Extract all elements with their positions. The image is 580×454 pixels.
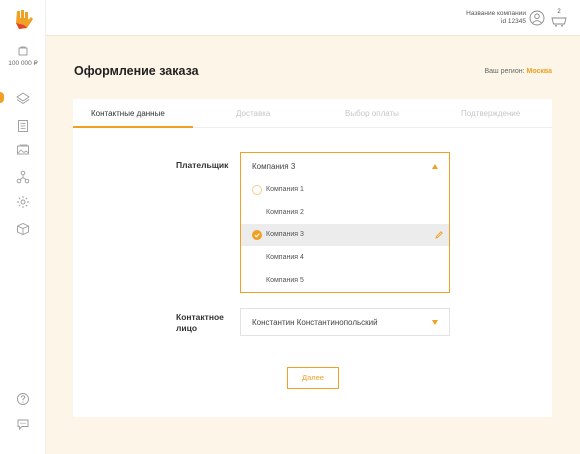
payer-option-label: Компания 1: [266, 186, 304, 193]
payer-option-label: Компания 4: [266, 254, 304, 261]
chat-icon[interactable]: [13, 414, 33, 434]
user-avatar-icon[interactable]: [529, 10, 545, 26]
box-icon[interactable]: [13, 219, 33, 239]
page-title: Оформление заказа: [74, 64, 199, 78]
hand-logo-icon[interactable]: [11, 8, 35, 32]
payer-dropdown: Компания 1 Компания 2 Компания 3 Компани…: [240, 179, 450, 293]
tab-confirmation[interactable]: Подтверждение: [461, 109, 520, 118]
payer-option-label: Компания 2: [266, 209, 304, 216]
chevron-up-icon: [432, 164, 438, 169]
active-tab-indicator: [73, 126, 193, 128]
sidebar: 100 000 ₽: [0, 0, 46, 454]
region-value[interactable]: Москва: [526, 68, 552, 75]
payer-option-label: Компания 5: [266, 277, 304, 284]
active-nav-marker: [0, 92, 4, 103]
settings-icon[interactable]: [13, 192, 33, 212]
chevron-down-icon: [432, 320, 438, 325]
checkout-steps: Контактные данные Доставка Выбор оплаты …: [73, 99, 552, 128]
tab-contact-data[interactable]: Контактные данные: [91, 109, 165, 118]
contact-label-line1: Контактное: [176, 312, 224, 322]
contact-person-label: Контактное лицо: [176, 312, 224, 334]
wallet-balance[interactable]: 100 000 ₽: [0, 46, 46, 67]
payer-label: Плательщик: [176, 160, 229, 170]
tab-payment[interactable]: Выбор оплаты: [345, 109, 399, 118]
network-icon[interactable]: [13, 167, 33, 187]
payer-option-selected[interactable]: Компания 3: [241, 224, 449, 246]
payer-option[interactable]: Компания 1: [241, 179, 449, 201]
document-list-icon[interactable]: [13, 116, 33, 136]
company-name: Название компании: [466, 10, 526, 17]
gallery-icon[interactable]: [13, 140, 33, 160]
top-header: Название компании id 12345 2: [46, 0, 580, 36]
payer-option-label: Компания 3: [266, 231, 304, 238]
check-circle-icon: [252, 185, 262, 195]
contact-person-select[interactable]: Константин Константинопольский: [240, 308, 450, 336]
payer-select-value: Компания 3: [252, 162, 296, 171]
wallet-amount: 100 000 ₽: [8, 60, 38, 67]
region-selector[interactable]: Ваш регион: Москва: [484, 68, 552, 75]
layers-icon[interactable]: [13, 88, 33, 108]
company-id: id 12345: [501, 18, 526, 25]
cart-count: 2: [557, 9, 561, 15]
edit-pencil-icon[interactable]: [434, 230, 444, 240]
tab-delivery[interactable]: Доставка: [236, 109, 270, 118]
contact-select-value: Константин Константинопольский: [252, 318, 378, 327]
contact-label-line2: лицо: [176, 323, 198, 333]
payer-option[interactable]: Компания 2: [241, 202, 449, 224]
payer-select[interactable]: Компания 3: [240, 152, 450, 180]
payer-option[interactable]: Компания 4: [241, 247, 449, 269]
company-info[interactable]: Название компании id 12345: [466, 10, 526, 26]
next-button[interactable]: Далее: [287, 367, 339, 389]
order-form-card: Контактные данные Доставка Выбор оплаты …: [73, 99, 552, 417]
cart-button[interactable]: 2: [551, 9, 567, 27]
payer-option[interactable]: Компания 5: [241, 270, 449, 292]
check-circle-icon: [252, 230, 262, 240]
help-icon[interactable]: [13, 389, 33, 409]
wallet-icon: [18, 46, 28, 56]
region-label: Ваш регион:: [484, 68, 525, 75]
